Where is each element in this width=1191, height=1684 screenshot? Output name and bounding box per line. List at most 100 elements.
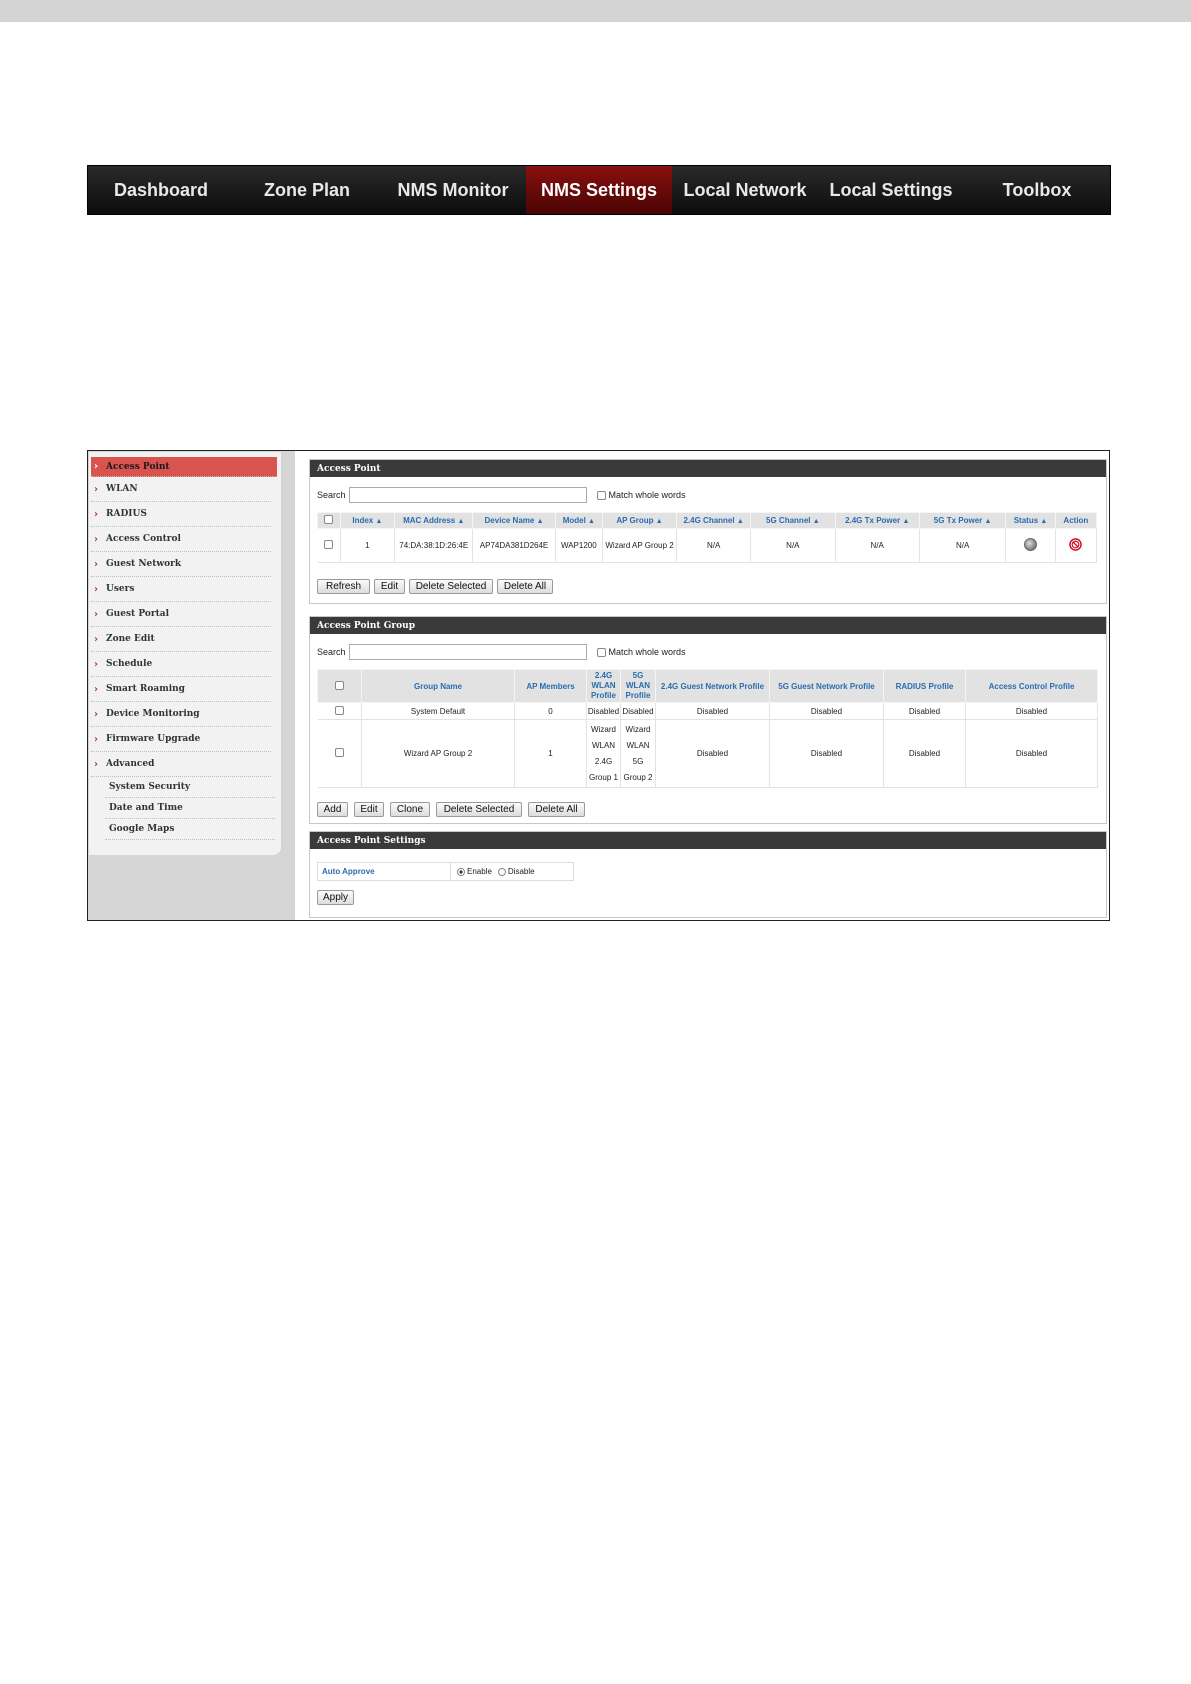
access-point-table: Index ▲ MAC Address ▲ Device Name ▲ Mode… [317, 512, 1098, 563]
column-header-status[interactable]: Status ▲ [1005, 512, 1056, 529]
cell-radius-profile: Disabled [883, 719, 966, 788]
delete-selected-button[interactable]: Delete Selected [436, 802, 522, 817]
access-point-panel: Access Point Search Match whole words In… [309, 459, 1107, 604]
sidebar-subitem-google-maps[interactable]: Google Maps [105, 819, 275, 840]
sidebar-item-guest-network[interactable]: › Guest Network [91, 552, 271, 577]
table-row[interactable]: 1 74:DA:38:1D:26:4E AP74DA381D264E WAP12… [317, 528, 1098, 563]
sidebar-item-label: Device Monitoring [106, 709, 200, 719]
access-point-settings-panel-title: Access Point Settings [310, 832, 1106, 849]
nav-tab-local-network[interactable]: Local Network [672, 166, 818, 214]
nav-tab-toolbox[interactable]: Toolbox [964, 166, 1110, 214]
sort-icon: ▲ [812, 518, 820, 525]
column-header-radius-profile[interactable]: RADIUS Profile [883, 669, 966, 703]
column-header-device-name[interactable]: Device Name ▲ [472, 512, 556, 529]
block-icon[interactable] [1069, 538, 1083, 551]
delete-all-button[interactable]: Delete All [497, 579, 553, 594]
sidebar-item-access-control[interactable]: › Access Control [91, 527, 271, 552]
edit-button[interactable]: Edit [354, 802, 384, 817]
column-header-5g-tx-power[interactable]: 5G Tx Power ▲ [918, 512, 1007, 529]
column-header-index[interactable]: Index ▲ [339, 512, 396, 529]
delete-selected-button[interactable]: Delete Selected [409, 579, 493, 594]
sidebar-item-users[interactable]: › Users [91, 577, 271, 602]
column-header-ap-members[interactable]: AP Members [514, 669, 587, 703]
match-whole-words-checkbox[interactable] [596, 647, 606, 657]
column-header-5g-channel[interactable]: 5G Channel ▲ [750, 512, 836, 529]
nav-tab-dashboard[interactable]: Dashboard [88, 166, 234, 214]
nav-tab-zone-plan[interactable]: Zone Plan [234, 166, 380, 214]
row-checkbox[interactable] [334, 705, 344, 715]
column-header-mac-address[interactable]: MAC Address ▲ [394, 512, 474, 529]
column-header-24g-channel[interactable]: 2.4G Channel ▲ [676, 512, 752, 529]
match-whole-words-checkbox[interactable] [596, 490, 606, 500]
page-top-bar [0, 0, 1191, 22]
enable-radio[interactable] [457, 867, 465, 876]
sidebar-item-radius[interactable]: › RADIUS [91, 502, 271, 527]
chevron-right-icon: › [94, 608, 99, 620]
status-gray-icon [1024, 538, 1038, 551]
sidebar-item-access-point[interactable]: › Access Point [91, 457, 277, 477]
column-header-group-name[interactable]: Group Name [361, 669, 515, 703]
sidebar-item-wlan[interactable]: › WLAN [91, 477, 271, 502]
column-header-label: Status [1013, 516, 1039, 525]
sidebar-item-schedule[interactable]: › Schedule [91, 652, 271, 677]
auto-approve-label: Auto Approve [318, 863, 451, 880]
refresh-button[interactable]: Refresh [317, 579, 370, 594]
auto-approve-row: Auto Approve Enable Disable [317, 862, 574, 881]
access-point-search-row: Search Match whole words [317, 487, 686, 503]
match-whole-words-option: Match whole words [596, 490, 686, 500]
row-checkbox[interactable] [324, 540, 334, 549]
nav-tab-nms-monitor[interactable]: NMS Monitor [380, 166, 526, 214]
cell-24g-wlan-profile: Disabled [586, 702, 621, 720]
cell-5g-tx-power: N/A [919, 528, 1007, 563]
sidebar: › Access Point › WLAN › RADIUS › Access Cont… [89, 452, 281, 855]
sidebar-item-advanced[interactable]: › Advanced [91, 752, 271, 777]
sidebar-item-label: Advanced [106, 759, 155, 769]
access-point-search-input[interactable] [348, 487, 587, 503]
table-header-row: Index ▲ MAC Address ▲ Device Name ▲ Mode… [317, 512, 1098, 529]
select-all-checkbox[interactable] [335, 680, 344, 690]
column-header-label: 5G Channel [766, 516, 811, 525]
access-point-settings-panel: Access Point Settings Auto Approve Enabl… [309, 831, 1107, 918]
cell-5g-channel: N/A [750, 528, 836, 563]
column-header-access-control-profile[interactable]: Access Control Profile [965, 669, 1098, 703]
chevron-right-icon: › [94, 461, 99, 472]
apply-button[interactable]: Apply [317, 890, 354, 905]
sidebar-item-firmware-upgrade[interactable]: › Firmware Upgrade [91, 727, 271, 752]
sidebar-subitem-date-and-time[interactable]: Date and Time [105, 798, 275, 819]
table-row[interactable]: System Default 0 Disabled Disabled Disab… [317, 702, 1098, 720]
delete-all-button[interactable]: Delete All [528, 802, 585, 817]
sidebar-item-guest-portal[interactable]: › Guest Portal [91, 602, 271, 627]
column-header-24g-guest-network-profile[interactable]: 2.4G Guest Network Profile [655, 669, 770, 703]
cell-ap-members: 0 [514, 702, 587, 720]
column-header-5g-wlan-profile[interactable]: 5G WLAN Profile [620, 669, 656, 703]
sidebar-item-label: Guest Network [106, 559, 182, 569]
nav-tab-local-settings[interactable]: Local Settings [818, 166, 964, 214]
match-whole-words-label: Match whole words [608, 490, 686, 500]
table-row[interactable]: Wizard AP Group 2 1 Wizard WLAN 2.4G Gro… [317, 719, 1098, 788]
sidebar-subitem-system-security[interactable]: System Security [105, 777, 275, 798]
sidebar-item-device-monitoring[interactable]: › Device Monitoring [91, 702, 271, 727]
column-header-24g-tx-power[interactable]: 2.4G Tx Power ▲ [834, 512, 920, 529]
column-header-24g-wlan-profile[interactable]: 2.4G WLAN Profile [586, 669, 621, 703]
column-header-ap-group[interactable]: AP Group ▲ [601, 512, 678, 529]
sidebar-item-smart-roaming[interactable]: › Smart Roaming [91, 677, 271, 702]
clone-button[interactable]: Clone [390, 802, 430, 817]
chevron-right-icon: › [94, 583, 99, 595]
column-header-5g-guest-network-profile[interactable]: 5G Guest Network Profile [769, 669, 884, 703]
chevron-right-icon: › [94, 683, 99, 695]
disable-radio[interactable] [497, 867, 506, 876]
nms-settings-screen: › Access Point › WLAN › RADIUS › Access Cont… [87, 450, 1110, 921]
add-button[interactable]: Add [317, 802, 348, 817]
row-checkbox[interactable] [334, 748, 344, 757]
column-header-model[interactable]: Model ▲ [554, 512, 604, 529]
row-select-cell [317, 528, 341, 563]
ap-group-table: Group Name AP Members 2.4G WLAN Profile … [317, 669, 1098, 788]
select-all-checkbox[interactable] [324, 515, 334, 524]
sidebar-item-label: Access Point [106, 461, 170, 472]
cell-24g-channel: N/A [676, 528, 752, 563]
nav-tab-nms-settings[interactable]: NMS Settings [526, 166, 672, 214]
ap-group-search-input[interactable] [348, 644, 587, 660]
sidebar-item-zone-edit[interactable]: › Zone Edit [91, 627, 271, 652]
edit-button[interactable]: Edit [374, 579, 405, 594]
column-header-label: 2.4G Tx Power [845, 516, 901, 525]
